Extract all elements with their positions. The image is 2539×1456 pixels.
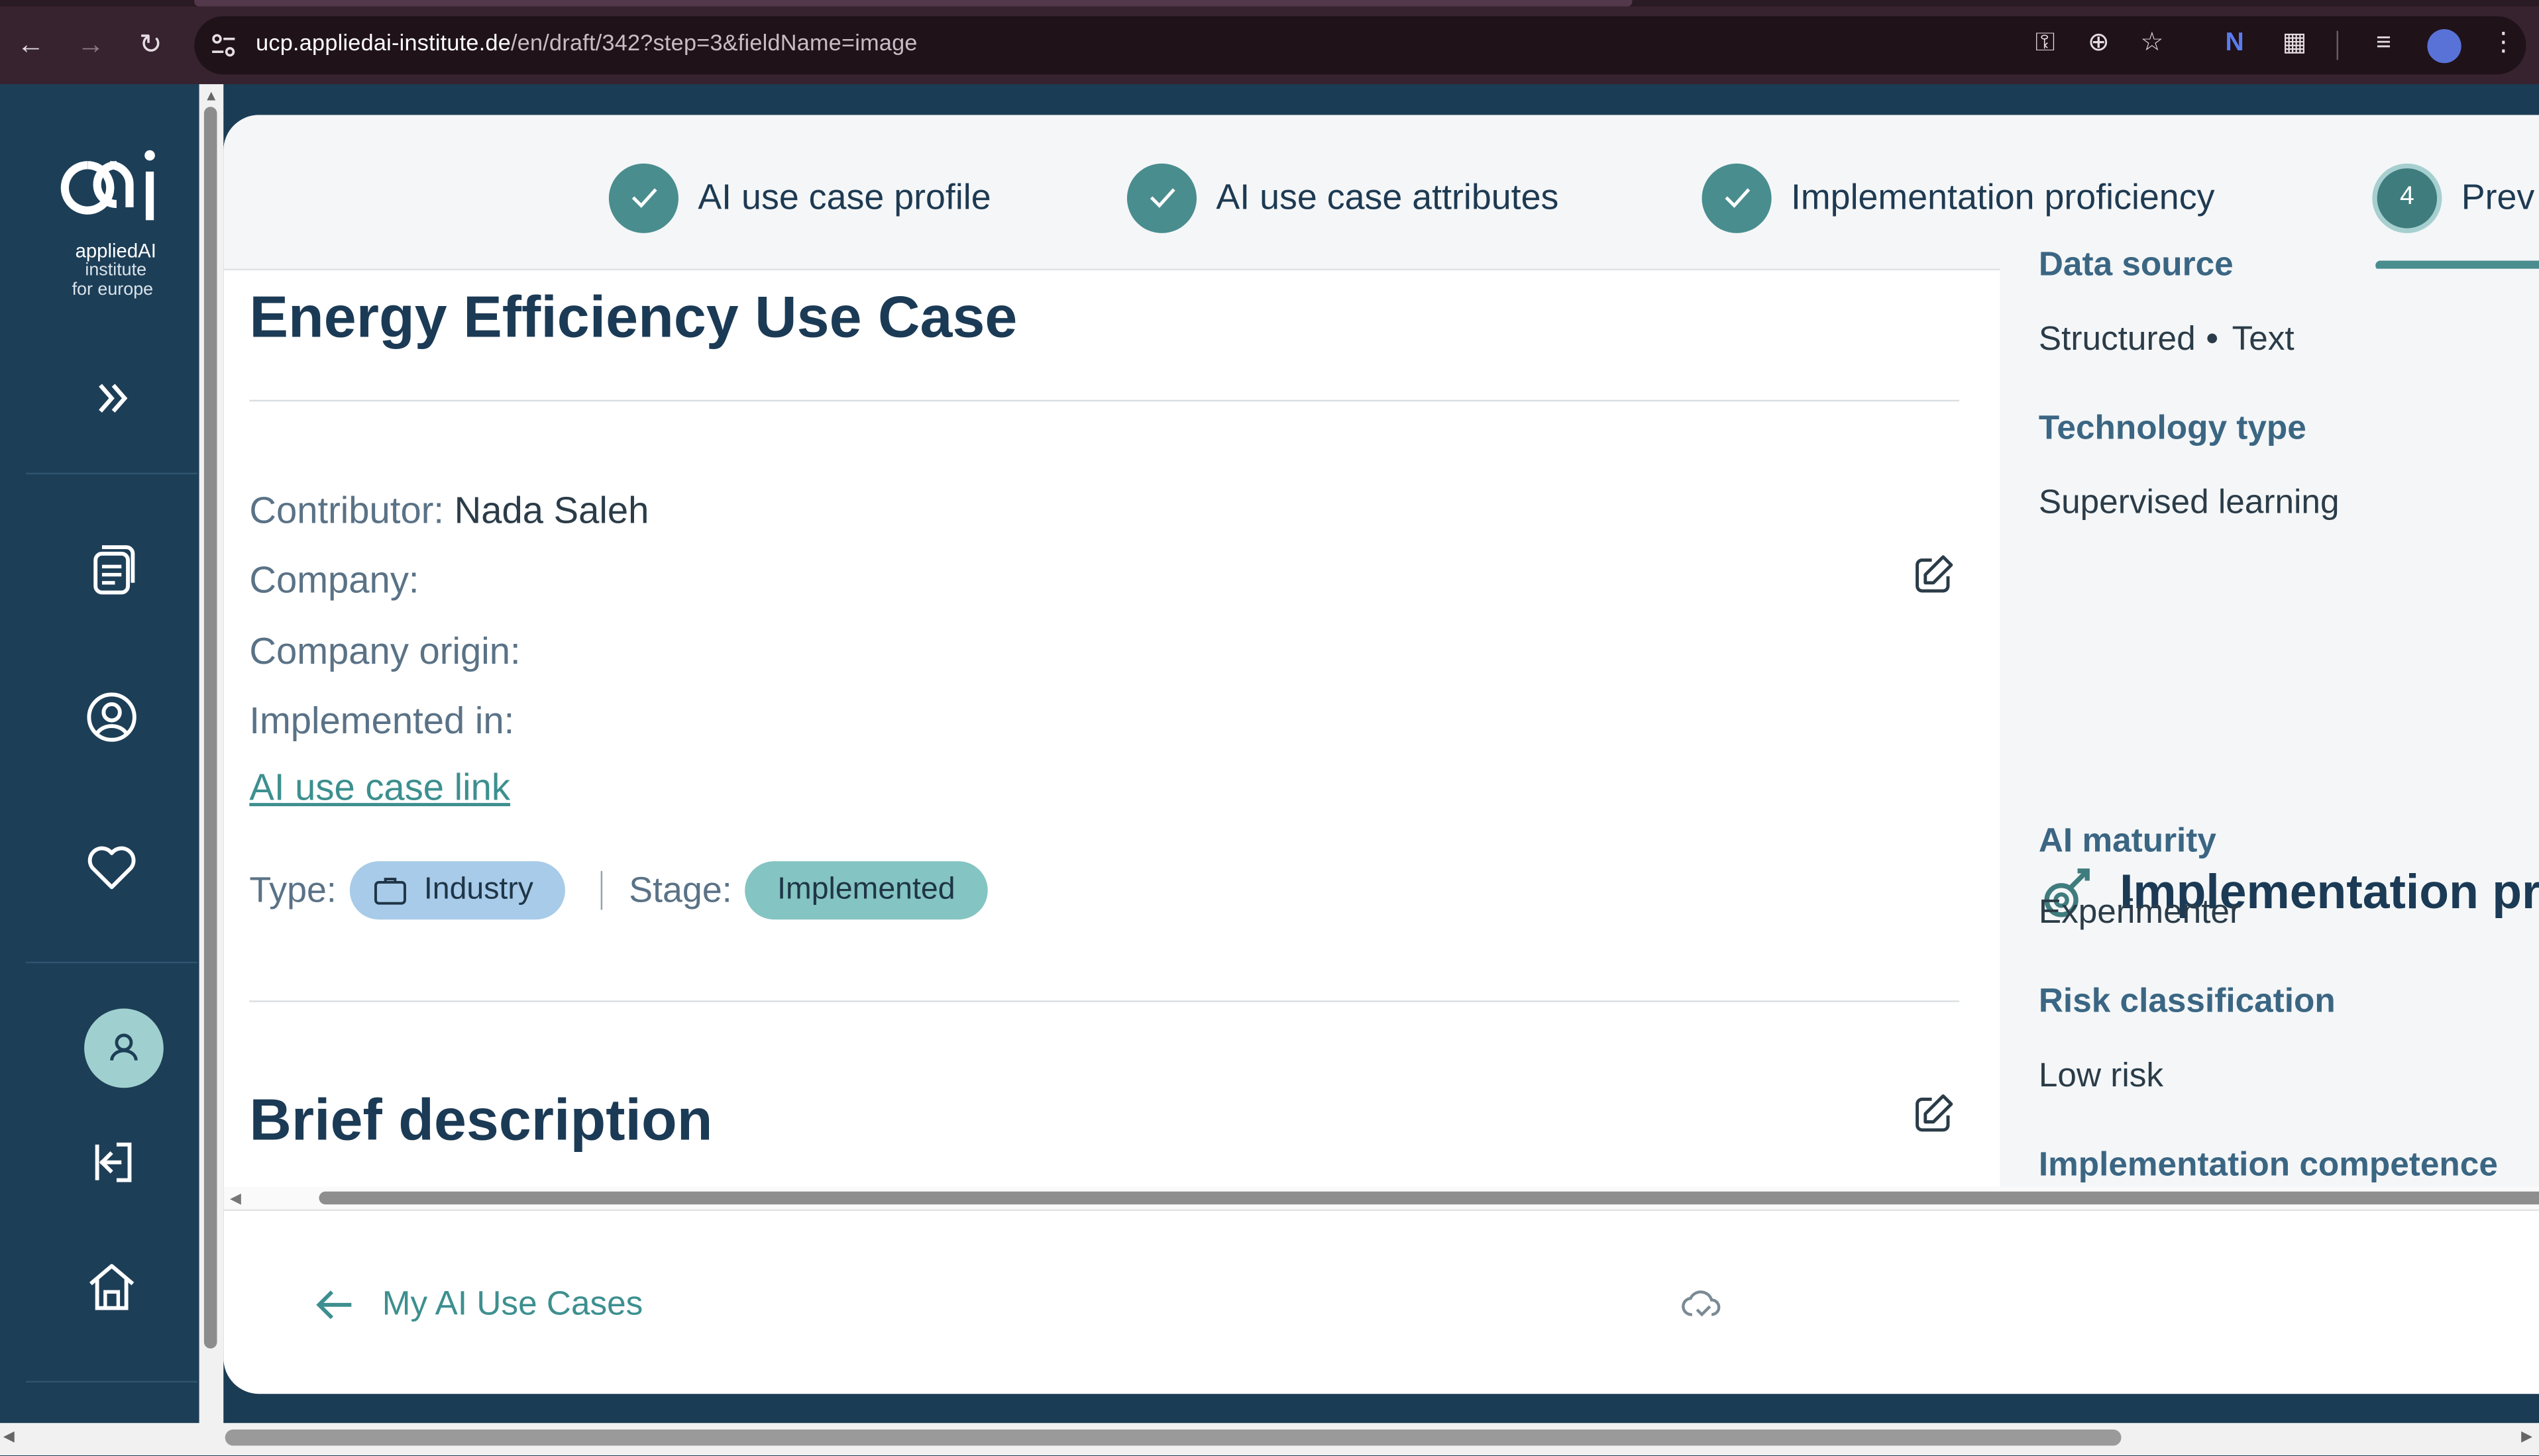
step-label: Implementation proficiency (1790, 176, 2215, 217)
stage-label: Stage: (629, 869, 732, 910)
technology-label: Technology type (2038, 409, 2306, 447)
chip-separator (601, 870, 604, 910)
home-icon[interactable] (81, 1256, 142, 1318)
page-scroll-left-arrow-icon[interactable]: ◀ (3, 1428, 15, 1446)
logout-icon[interactable] (81, 1131, 142, 1193)
contributor-value: Nada Saleh (454, 489, 649, 531)
draft-editor-card: AI use case profile AI use case attribut… (223, 115, 2539, 1394)
data-source-structured: Structured (2038, 320, 2196, 358)
step-label: Prev (2461, 176, 2535, 217)
data-source-values: Structured ● Text (2039, 321, 2295, 360)
data-source-text: Text (2232, 320, 2295, 358)
implemented-in-label: Implemented in: (249, 699, 515, 742)
sidebar-divider (26, 961, 198, 964)
stage-chip: Implemented (745, 861, 988, 920)
ai-maturity-value: Experimenter (2038, 894, 2242, 931)
step-label: AI use case attributes (1216, 176, 1559, 217)
forward-icon[interactable]: → (72, 26, 111, 65)
favorites-heart-icon[interactable] (81, 835, 142, 897)
zoom-icon[interactable]: ⊕ (2080, 28, 2116, 60)
logo-sub1: institute (85, 260, 147, 280)
url-domain: ucp.appliedai-institute.de (256, 28, 512, 56)
site-settings-icon[interactable] (209, 30, 238, 60)
company-origin-label: Company origin: (249, 629, 521, 672)
user-profile-icon[interactable] (81, 686, 142, 748)
toolbar-divider (2336, 30, 2338, 60)
ai-use-case-link[interactable]: AI use case link (249, 766, 510, 809)
tab-strip-edge (0, 0, 2539, 7)
page-title: Energy Efficiency Use Case (249, 283, 1018, 350)
type-chip: Industry (349, 861, 566, 920)
back-icon[interactable]: ← (11, 26, 50, 65)
content-horizontal-scrollbar[interactable]: ◀ (223, 1186, 2539, 1212)
active-tab-edge (194, 0, 1633, 7)
technology-value: Supervised learning (2038, 484, 2340, 521)
person-icon (110, 1033, 138, 1061)
page-horizontal-scrollbar[interactable]: ◀ ▶ (0, 1423, 2539, 1456)
contributor-row: Contributor: Nada Saleh (249, 489, 649, 533)
competence-label: Implementation competence (2038, 1146, 2498, 1184)
divider (249, 1000, 1960, 1002)
sidebar-divider (26, 1380, 198, 1383)
reading-list-icon[interactable]: ≡ (2366, 28, 2402, 60)
edit-profile-icon[interactable] (1911, 552, 1956, 597)
bullet-separator: ● (2205, 323, 2220, 350)
arrow-left-icon (316, 1290, 352, 1320)
risk-label: Risk classification (2038, 982, 2336, 1020)
step-preview[interactable]: 4 Prev (2372, 162, 2534, 233)
account-avatar[interactable] (84, 1008, 164, 1088)
url-path: /en/draft/342?step=3&fieldName=image (511, 28, 918, 56)
check-icon (1126, 162, 1197, 233)
ai-maturity-label: AI maturity (2038, 822, 2216, 860)
reload-icon[interactable]: ↻ (131, 26, 170, 65)
cloud-saved-icon (1682, 1290, 1721, 1317)
type-stage-row: Type: Industry Stage: Implemented (249, 861, 988, 920)
data-source-label: Data source (2038, 246, 2234, 284)
extensions-puzzle-icon[interactable]: ▦ (2277, 28, 2312, 60)
briefcase-icon (374, 878, 406, 905)
expand-sidebar-icon[interactable] (81, 368, 142, 429)
scroll-up-arrow-icon[interactable]: ▲ (204, 87, 219, 103)
contributor-label: Contributor: (249, 489, 445, 531)
bookmark-star-icon[interactable]: ☆ (2134, 28, 2170, 60)
logo-text: appliedAI (75, 239, 156, 262)
step-proficiency[interactable]: Implementation proficiency (1702, 162, 2215, 233)
menu-kebab-icon[interactable]: ⋮ (2485, 28, 2521, 60)
type-value: Industry (423, 872, 534, 907)
back-to-my-use-cases[interactable]: My AI Use Cases (314, 1277, 643, 1332)
browser-toolbar: ← → ↻ ucp.appliedai-institute.de/en/draf… (0, 0, 2539, 85)
page-vertical-scrollbar[interactable]: ▲ ▼ (199, 84, 224, 1444)
divider (249, 399, 1960, 402)
profile-avatar-icon[interactable] (2427, 28, 2461, 64)
edit-description-icon[interactable] (1911, 1091, 1956, 1136)
logo-sub2: for europe (72, 280, 154, 300)
scroll-left-arrow-icon[interactable]: ◀ (230, 1190, 241, 1208)
step-profile[interactable]: AI use case profile (608, 162, 991, 233)
content-scroll-thumb[interactable] (319, 1191, 2539, 1205)
password-key-icon[interactable]: ⚿ (2027, 28, 2063, 60)
type-label: Type: (249, 869, 337, 910)
documents-icon[interactable] (81, 537, 142, 599)
sidebar-divider (26, 472, 198, 475)
check-icon (608, 162, 678, 233)
brief-description-title: Brief description (249, 1086, 713, 1153)
stage-value: Implemented (777, 872, 955, 907)
step-attributes[interactable]: AI use case attributes (1126, 162, 1559, 233)
extension-n-icon[interactable]: N (2217, 28, 2253, 60)
app-sidebar: appliedAI institute for europe (0, 84, 199, 1456)
check-icon (1702, 162, 1772, 233)
risk-value: Low risk (2038, 1057, 2164, 1095)
appliedai-logo-icon (60, 150, 155, 221)
step-number: 4 (2372, 162, 2442, 233)
horizontal-scroll-thumb[interactable] (225, 1429, 2122, 1446)
step-label: AI use case profile (698, 176, 991, 217)
page-scroll-right-arrow-icon[interactable]: ▶ (2521, 1428, 2532, 1446)
vertical-scroll-thumb[interactable] (203, 107, 217, 1349)
summary-panel: Data source Structured ● Text Technology t… (2000, 246, 2539, 1192)
back-label: My AI Use Cases (382, 1285, 643, 1323)
company-label: Company: (249, 558, 419, 601)
url-text[interactable]: ucp.appliedai-institute.de/en/draft/342?… (256, 29, 918, 55)
